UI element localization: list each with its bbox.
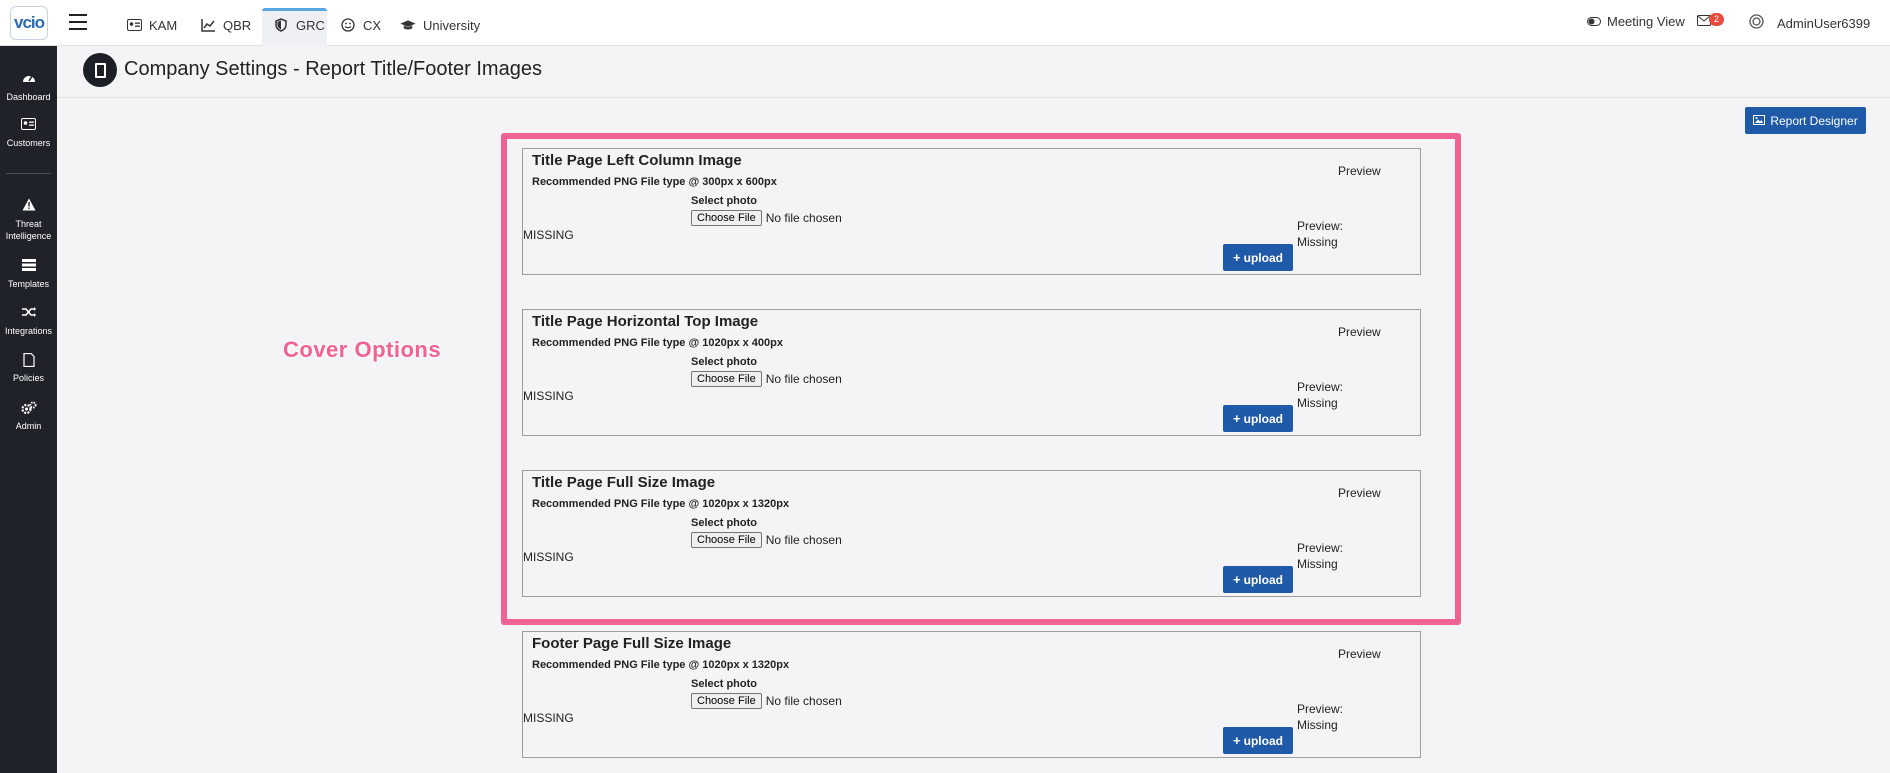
page-title: Company Settings - Report Title/Footer I…: [124, 58, 542, 80]
app-logo[interactable]: vcio: [10, 6, 48, 40]
sidebar-item-policies[interactable]: Policies: [0, 352, 57, 383]
sidebar-item-threat-intelligence[interactable]: Threat Intelligence: [0, 198, 57, 242]
user-menu[interactable]: AdminUser6399: [1749, 14, 1870, 32]
username: AdminUser6399: [1777, 15, 1871, 31]
shuffle-icon: [21, 306, 37, 320]
cover-options-annotation: Cover Options: [283, 337, 442, 362]
smile-icon: [340, 17, 356, 33]
meeting-view-label: Meeting View: [1607, 14, 1685, 29]
report-designer-label: Report Designer: [1770, 113, 1858, 128]
tab-label: University: [423, 17, 481, 33]
preview-status-value: Missing: [1297, 718, 1338, 732]
sidebar-item-label: Policies: [12, 373, 44, 383]
sidebar-item-label: Dashboard: [6, 92, 51, 102]
building-icon: [83, 53, 117, 87]
sidebar-item-dashboard[interactable]: Dashboard: [0, 72, 57, 102]
cover-options-highlight: [501, 133, 1461, 625]
tab-university[interactable]: University: [400, 14, 480, 36]
page-header: Company Settings - Report Title/Footer I…: [57, 46, 1890, 98]
user-avatar-icon: [1749, 14, 1764, 32]
sidebar-item-admin[interactable]: Admin: [0, 401, 57, 431]
sidebar-item-label: Integrations: [4, 326, 53, 336]
no-file-text: No file chosen: [765, 694, 842, 708]
notification-badge: 2: [1709, 13, 1724, 26]
recommended-size: Recommended PNG File type @ 1020px x 132…: [532, 659, 790, 671]
panel-title: Footer Page Full Size Image: [532, 635, 732, 652]
meeting-view-toggle[interactable]: Meeting View: [1587, 14, 1685, 29]
id-card-icon: [21, 118, 37, 132]
shield-icon: [273, 17, 289, 33]
sidebar-item-label: Templates: [7, 279, 50, 289]
warning-icon: [21, 198, 37, 212]
preview-label: Preview: [1338, 647, 1381, 661]
gears-icon: [20, 401, 37, 415]
choose-file-button[interactable]: Choose File: [691, 693, 762, 709]
report-designer-button[interactable]: Report Designer: [1745, 107, 1866, 134]
image-icon: [1753, 114, 1766, 128]
missing-status: MISSING: [523, 711, 574, 725]
top-navbar: vcio KAM QBR GRC CX University Meeting V…: [0, 0, 1890, 46]
upload-label: upload: [1243, 733, 1283, 748]
sidebar-item-label: Customers: [6, 138, 51, 148]
image-upload-panel: Footer Page Full Size Image Recommended …: [522, 631, 1421, 758]
sidebar-item-label: Threat Intelligence: [5, 219, 52, 241]
sidebar-item-integrations[interactable]: Integrations: [0, 306, 57, 336]
sidebar: Dashboard Customers Threat Intelligence …: [0, 46, 57, 773]
gauge-icon: [21, 72, 37, 86]
tab-kam[interactable]: KAM: [126, 14, 177, 36]
tab-label: QBR: [223, 17, 252, 33]
upload-button[interactable]: + upload: [1223, 727, 1293, 754]
tab-grc[interactable]: GRC: [273, 14, 325, 36]
preview-status-label: Preview:: [1297, 702, 1344, 716]
tab-cx[interactable]: CX: [340, 14, 381, 36]
tab-label: CX: [363, 17, 382, 33]
sidebar-item-label: Admin: [15, 421, 42, 431]
list-icon: [21, 259, 37, 273]
tab-label: GRC: [296, 17, 325, 33]
file-input[interactable]: Choose File No file chosen: [691, 693, 842, 709]
sidebar-divider: [6, 173, 51, 174]
plus-icon: +: [1233, 733, 1241, 748]
tab-label: KAM: [149, 17, 178, 33]
graduation-cap-icon: [400, 17, 416, 33]
id-card-icon: [126, 17, 142, 33]
sidebar-item-customers[interactable]: Customers: [0, 118, 57, 148]
toggle-icon: [1587, 14, 1601, 29]
document-icon: [21, 352, 37, 368]
preview-status: Preview: Missing: [1297, 701, 1343, 733]
tab-qbr[interactable]: QBR: [200, 14, 251, 36]
select-photo-label: Select photo: [691, 678, 758, 690]
line-chart-icon: [200, 17, 216, 33]
sidebar-item-templates[interactable]: Templates: [0, 259, 57, 289]
hamburger-menu-icon[interactable]: [69, 14, 87, 30]
